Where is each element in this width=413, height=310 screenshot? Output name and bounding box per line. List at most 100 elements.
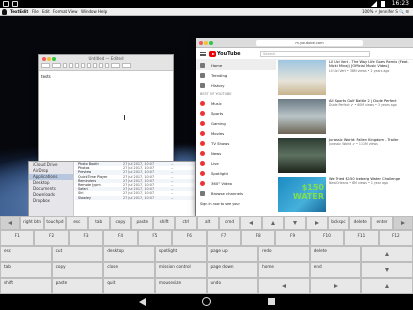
f3-key[interactable]: F3 <box>68 230 104 246</box>
guide-history[interactable]: History <box>196 80 276 90</box>
menu-file[interactable]: File <box>32 8 39 16</box>
paste-key[interactable]: paste <box>131 216 154 230</box>
arrow-up-key[interactable] <box>262 216 284 230</box>
size-select[interactable] <box>63 63 67 68</box>
backspace-key[interactable]: bckspc <box>327 216 350 230</box>
underline-button[interactable] <box>81 63 85 68</box>
guide-trending[interactable]: Trending <box>196 70 276 80</box>
remote-desktop[interactable]: TextEdit File Edit Format View Window He… <box>0 8 413 216</box>
video-thumbnail[interactable] <box>278 138 326 173</box>
page-down-key[interactable]: page down <box>206 262 259 278</box>
guide-movies[interactable]: Movies <box>196 128 276 138</box>
guide-music[interactable]: Music <box>196 98 276 108</box>
f10-key[interactable]: F10 <box>309 230 345 246</box>
arrow-down-key[interactable] <box>283 216 306 230</box>
apple-icon[interactable] <box>2 9 7 15</box>
menu-help[interactable]: Help <box>98 8 107 16</box>
home-circle-icon[interactable] <box>202 297 211 306</box>
arrow-down-key[interactable] <box>361 262 413 278</box>
shift-key[interactable]: shift <box>153 216 175 230</box>
f5-key[interactable]: F5 <box>137 230 173 246</box>
youtube-brand[interactable]: YouTube <box>217 51 241 57</box>
f4-key[interactable]: F4 <box>103 230 138 246</box>
menu-edit[interactable]: Edit <box>42 8 50 16</box>
search-input[interactable]: Search <box>260 51 370 57</box>
right-button-key[interactable]: right btn <box>20 216 44 230</box>
menu-status-area[interactable]: 100% ⚡ Jennifer S 🔍 ☰ <box>362 8 409 16</box>
home-key[interactable]: home <box>258 262 310 278</box>
cut-key[interactable]: cut <box>51 246 104 262</box>
shift-key[interactable]: shift <box>0 278 52 294</box>
sidebar-item[interactable]: Dropbox <box>29 198 73 204</box>
alt-key[interactable]: alt <box>196 216 219 230</box>
tab-key[interactable]: tab <box>87 216 110 230</box>
undo-key[interactable]: undo <box>206 278 259 294</box>
esc-key[interactable]: esc <box>66 216 88 230</box>
f2-key[interactable]: F2 <box>34 230 69 246</box>
spotlight-key[interactable]: spotlight <box>154 246 207 262</box>
back-icon[interactable] <box>139 298 146 306</box>
guide-spotlight[interactable]: Spotlight <box>196 168 276 178</box>
guide-live[interactable]: Live <box>196 158 276 168</box>
copy-key[interactable]: copy <box>109 216 132 230</box>
touchpad-key[interactable]: touchpd <box>44 216 66 230</box>
delete-key[interactable]: delete <box>309 246 362 262</box>
address-bar[interactable]: m.youtube.com <box>256 40 363 46</box>
font-select[interactable] <box>52 63 61 68</box>
justify-button[interactable] <box>105 63 109 68</box>
video-thumbnail[interactable] <box>278 99 326 134</box>
minimize-icon[interactable] <box>204 41 208 45</box>
guide-browse-channels[interactable]: Browse channels <box>196 188 276 198</box>
arrow-left-key[interactable] <box>258 278 310 294</box>
tab-key[interactable]: tab <box>0 262 52 278</box>
close-icon[interactable] <box>199 41 203 45</box>
desktop-key[interactable]: desktop <box>103 246 155 262</box>
menu-format[interactable]: Format <box>53 8 67 16</box>
mousesize-key[interactable]: mousesize <box>154 278 207 294</box>
delete-key[interactable]: delete <box>349 216 372 230</box>
mission-control-key[interactable]: mission control <box>154 262 207 278</box>
guide-news[interactable]: News <box>196 148 276 158</box>
copy-key[interactable]: copy <box>51 262 104 278</box>
f11-key[interactable]: F11 <box>344 230 379 246</box>
arrow-right-key[interactable] <box>392 216 413 230</box>
document-text[interactable]: tests <box>41 74 51 79</box>
arrow-up-key[interactable] <box>361 246 413 262</box>
close-key[interactable]: close <box>103 262 155 278</box>
arrow-up-key[interactable] <box>361 278 413 294</box>
arrow-left-key[interactable] <box>240 216 263 230</box>
align-center-button[interactable] <box>93 63 97 68</box>
cmd-key[interactable]: cmd <box>218 216 241 230</box>
f6-key[interactable]: F6 <box>172 230 207 246</box>
file-row[interactable]: Slowley 27 Jul 2017, 10:07 -- <box>75 195 195 200</box>
redo-key[interactable]: redo <box>258 246 310 262</box>
guide-sports[interactable]: Sports <box>196 108 276 118</box>
video-thumbnail[interactable]: $150 WATER <box>278 177 326 212</box>
zoom-icon[interactable] <box>209 41 213 45</box>
guide-gaming[interactable]: Gaming <box>196 118 276 128</box>
align-left-button[interactable] <box>87 63 91 68</box>
line-spacing-select[interactable] <box>111 63 120 68</box>
guide-home[interactable]: Home <box>196 60 276 70</box>
video-item[interactable]: $150 WATER We Tried $150 Iceberg Water C… <box>278 177 411 214</box>
arrow-right-key[interactable] <box>309 278 362 294</box>
finder-window[interactable]: iCloud Drive AirDrop Applications Deskto… <box>28 161 196 216</box>
f7-key[interactable]: F7 <box>206 230 241 246</box>
align-right-button[interactable] <box>99 63 103 68</box>
guide-tv[interactable]: TV Shows <box>196 138 276 148</box>
end-key[interactable]: end <box>309 262 362 278</box>
f1-key[interactable]: F1 <box>0 230 35 246</box>
recents-icon[interactable] <box>268 298 275 305</box>
italic-button[interactable] <box>75 63 79 68</box>
arrow-left-key[interactable] <box>0 216 20 230</box>
menu-icon[interactable] <box>200 52 206 56</box>
browser-window[interactable]: m.youtube.com YouTube Search Home Trendi… <box>196 38 413 216</box>
video-title[interactable]: Lil Uzi Vert - The Way Life Goes Remix (… <box>329 60 411 69</box>
paste-key[interactable]: paste <box>51 278 104 294</box>
video-item[interactable]: All Sports Golf Battle 2 | Dude Perfect D… <box>278 99 411 136</box>
video-item[interactable]: Lil Uzi Vert - The Way Life Goes Remix (… <box>278 60 411 97</box>
style-select[interactable] <box>41 63 50 68</box>
f8-key[interactable]: F8 <box>240 230 276 246</box>
menu-window[interactable]: Window <box>81 8 97 16</box>
f9-key[interactable]: F9 <box>275 230 310 246</box>
